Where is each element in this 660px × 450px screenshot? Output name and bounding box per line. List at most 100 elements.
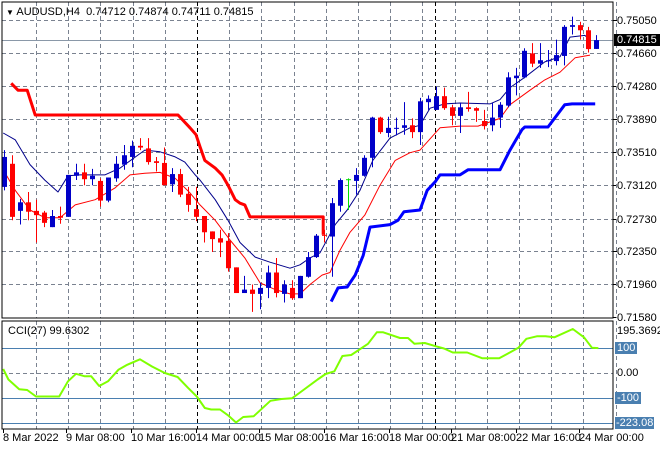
candle-body: [226, 240, 231, 269]
time-label: 9 Mar 08:00: [66, 432, 125, 444]
candle-body: [458, 107, 463, 116]
price-axis-label: 0.74280: [617, 80, 657, 93]
chart-canvas[interactable]: [0, 0, 660, 450]
candle-body: [138, 145, 143, 148]
candle-body: [594, 40, 599, 49]
candle-body: [178, 174, 183, 195]
candle-body: [314, 235, 319, 258]
time-label: 21 Mar 08:00: [451, 432, 516, 444]
candle-body: [370, 117, 375, 158]
candle: [314, 233, 319, 258]
candle-body: [386, 127, 391, 133]
candle-body: [578, 25, 583, 31]
candle: [378, 116, 383, 134]
candle-body: [106, 177, 111, 201]
candle: [458, 103, 463, 133]
candle-body: [482, 120, 487, 127]
candle-body: [34, 210, 39, 216]
price-axis-label: 0.71960: [617, 278, 657, 291]
candle-body: [66, 174, 71, 217]
candle-body: [282, 284, 287, 294]
candle: [186, 186, 191, 212]
low-value: 0.74711: [171, 6, 211, 18]
candle: [154, 156, 159, 172]
candles: [2, 16, 599, 312]
candle-body: [114, 163, 119, 179]
candle-body: [194, 209, 199, 217]
candle: [258, 282, 263, 310]
time-label: 18 Mar 00:00: [389, 432, 454, 444]
candle-body: [354, 174, 359, 181]
candle-body: [234, 267, 239, 294]
candle-body: [90, 175, 95, 180]
candle: [106, 177, 111, 203]
candle: [170, 168, 175, 193]
candle: [146, 138, 151, 165]
candle-body: [338, 180, 343, 206]
candle: [90, 168, 95, 186]
candle: [42, 210, 47, 228]
price-axis-label: 0.73510: [617, 146, 657, 159]
candle-body: [362, 157, 367, 176]
candle-body: [426, 98, 431, 103]
cci-level-minus100-label: -100: [615, 392, 642, 404]
candle-body: [210, 231, 215, 240]
cci-zero-label: 0.00: [617, 367, 639, 379]
cci-level-100-label: 100: [615, 342, 638, 354]
time-label: 15 Mar 08:00: [259, 432, 324, 444]
candle: [298, 275, 303, 299]
candle-body: [562, 26, 567, 56]
candle: [194, 186, 199, 222]
candle-body: [98, 180, 103, 201]
candle: [266, 265, 271, 299]
candle-body: [586, 30, 591, 50]
candle: [594, 35, 599, 50]
candle: [554, 39, 559, 66]
chart-header: ▼ AUDUSD,H4 0.74712 0.74874 0.74711 0.74…: [6, 6, 254, 19]
cci-label: CCI(27) 99.6302: [8, 325, 90, 337]
candle: [2, 150, 7, 191]
candle: [546, 49, 551, 68]
candle: [330, 198, 335, 277]
candle: [202, 216, 207, 243]
upper-band-line: [10, 82, 325, 235]
candle-body: [130, 145, 135, 157]
price-axis-label: 0.73890: [617, 113, 657, 126]
candle-body: [186, 193, 191, 205]
symbol-label: AUDUSD,H4: [16, 6, 80, 18]
close-value: 0.74815: [213, 6, 254, 18]
price-axis-label: 0.72730: [617, 213, 657, 226]
candle-body: [50, 216, 55, 228]
candle-body: [2, 156, 7, 187]
candle-body: [418, 101, 423, 133]
cci-panel-plot: [2, 328, 613, 424]
candle-body: [394, 127, 399, 129]
price-axis-label: 0.74660: [617, 47, 657, 60]
cci-max-label: 195.3692: [617, 325, 660, 337]
candle: [218, 229, 223, 258]
candle: [82, 163, 87, 186]
candle-body: [522, 50, 527, 78]
candle: [66, 174, 71, 217]
candle-body: [450, 107, 455, 116]
candle: [338, 178, 343, 212]
price-axis-label: 0.75050: [617, 14, 657, 27]
cci-panel-border: [1, 320, 614, 430]
candle-body: [570, 25, 575, 27]
candle-body: [514, 75, 519, 79]
candle: [114, 156, 119, 182]
candle: [282, 280, 287, 303]
triangle-down-icon[interactable]: ▼: [6, 8, 14, 17]
candle-body: [298, 275, 303, 299]
candle-body: [250, 289, 255, 294]
candle-body: [218, 238, 223, 243]
price-axis-label: 0.73120: [617, 179, 657, 192]
candle: [74, 163, 79, 181]
candle-body: [530, 53, 535, 64]
candle: [178, 168, 183, 198]
candle-body: [10, 163, 15, 217]
candle: [98, 178, 103, 207]
candle-body: [42, 212, 47, 223]
time-label: 14 Mar 00:00: [196, 432, 261, 444]
candle: [234, 267, 239, 294]
